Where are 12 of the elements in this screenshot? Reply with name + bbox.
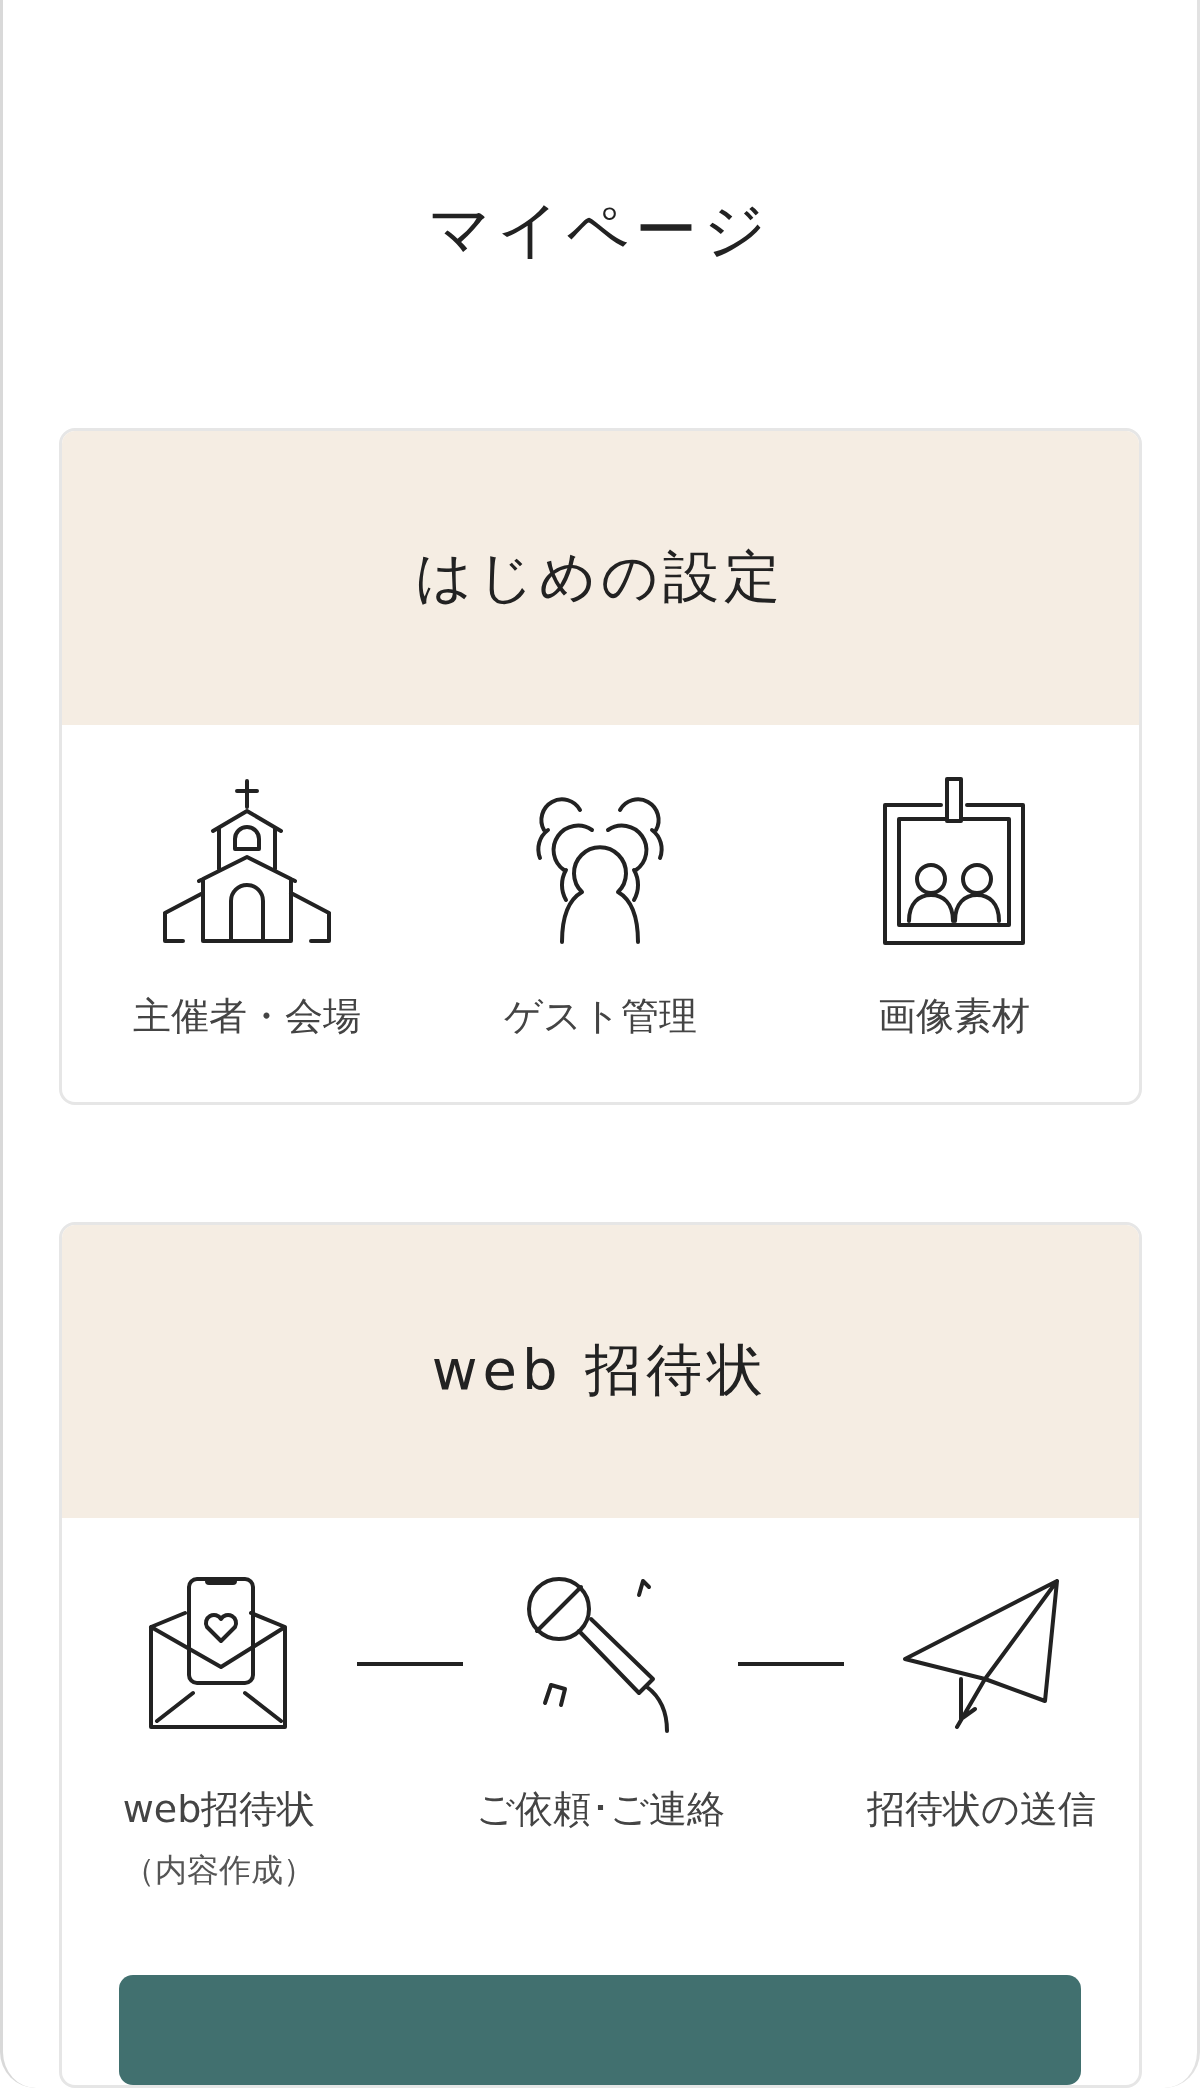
menu-item-sublabel: （内容作成） <box>123 1850 315 1891</box>
photo-frame-icon <box>880 776 1027 947</box>
menu-item-label[interactable]: 招待状の送信 <box>866 1784 1096 1835</box>
menu-item-label[interactable]: ご依頼･ご連絡 <box>475 1784 725 1835</box>
page-title: マイページ <box>428 192 772 268</box>
section-title: はじめの設定 <box>415 542 785 611</box>
menu-item-label[interactable]: 画像素材 <box>877 990 1030 1042</box>
section-title: web 招待状 <box>431 1336 769 1405</box>
menu-item-label[interactable]: ゲスト管理 <box>503 990 697 1042</box>
menu-item-label[interactable]: web招待状 <box>122 1784 316 1835</box>
action-button[interactable] <box>119 1975 1081 2085</box>
menu-item-label[interactable]: 主催者・会場 <box>132 990 361 1042</box>
